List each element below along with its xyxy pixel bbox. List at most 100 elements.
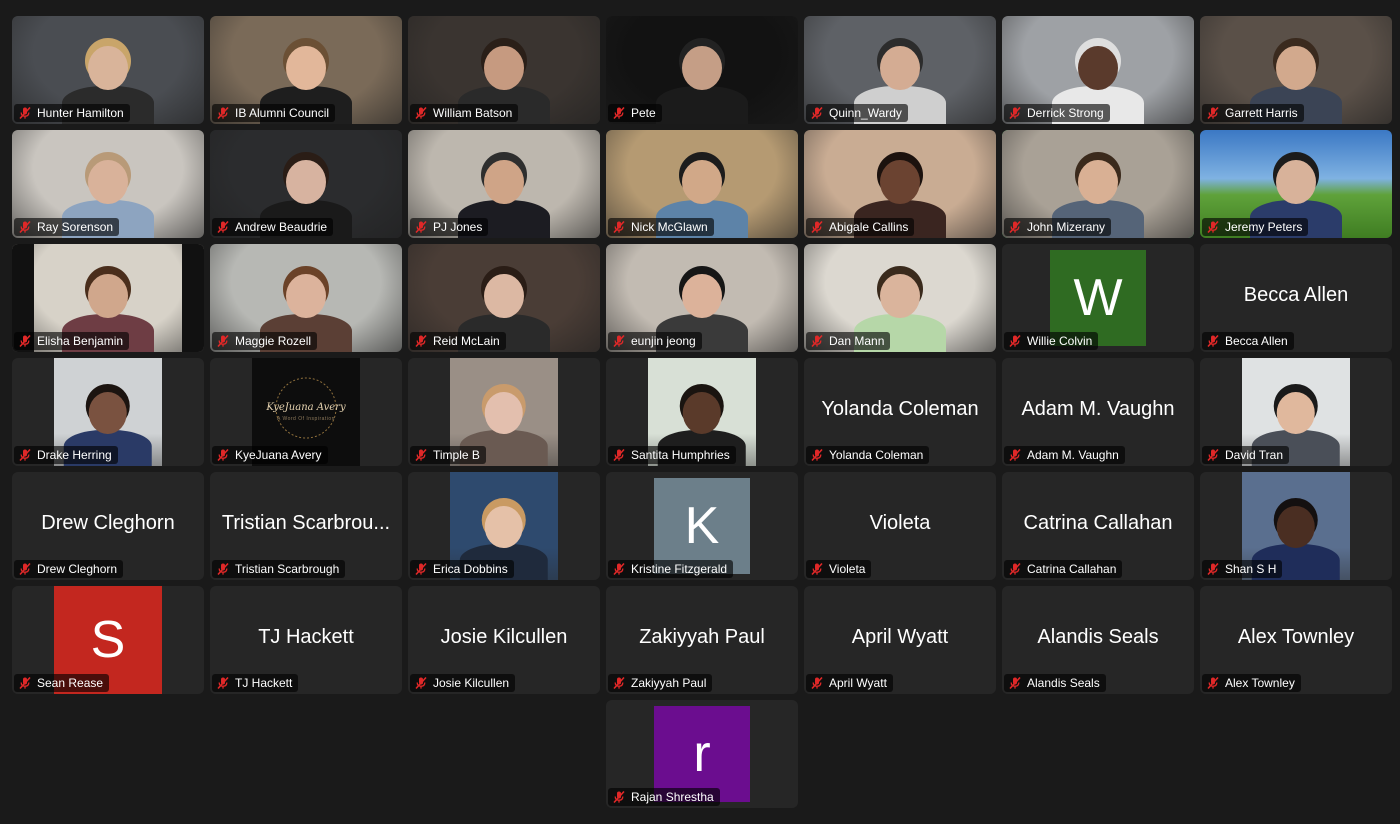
- name-label: Violeta: [806, 560, 872, 578]
- participant-tile-catrina-callahan[interactable]: Catrina Callahan Catrina Callahan: [1002, 472, 1194, 580]
- participant-tile-kristine-fitzgerald[interactable]: K Kristine Fitzgerald: [606, 472, 798, 580]
- participant-tile-josie-kilcullen[interactable]: Josie Kilcullen Josie Kilcullen: [408, 586, 600, 694]
- participant-tile-derrick-strong[interactable]: Derrick Strong: [1002, 16, 1194, 124]
- participant-tile-drake-herring[interactable]: Drake Herring: [12, 358, 204, 466]
- participant-tile-erica-dobbins[interactable]: Erica Dobbins: [408, 472, 600, 580]
- name-label: Elisha Benjamin: [14, 332, 130, 350]
- participant-name: Drake Herring: [37, 448, 112, 462]
- name-label: Catrina Callahan: [1004, 560, 1123, 578]
- participant-tile-david-tran[interactable]: David Tran: [1200, 358, 1392, 466]
- participant-tile-sean-rease[interactable]: S Sean Rease: [12, 586, 204, 694]
- participant-tile-ib-alumni-council[interactable]: IB Alumni Council: [210, 16, 402, 124]
- participant-tile-reid-mclain[interactable]: Reid McLain: [408, 244, 600, 352]
- mic-muted-icon: [216, 220, 230, 234]
- mic-muted-icon: [1008, 334, 1022, 348]
- participant-name: PJ Jones: [433, 220, 483, 234]
- participant-name: Shan S H: [1225, 562, 1277, 576]
- name-label: Santita Humphries: [608, 446, 736, 464]
- participant-tile-violeta[interactable]: Violeta Violeta: [804, 472, 996, 580]
- participant-tile-maggie-rozell[interactable]: Maggie Rozell: [210, 244, 402, 352]
- participant-tile-alandis-seals[interactable]: Alandis Seals Alandis Seals: [1002, 586, 1194, 694]
- participant-tile-zakiyyah-paul[interactable]: Zakiyyah Paul Zakiyyah Paul: [606, 586, 798, 694]
- participant-tile-willie-colvin[interactable]: W Willie Colvin: [1002, 244, 1194, 352]
- mic-muted-icon: [18, 562, 32, 576]
- participant-tile-yolanda-coleman[interactable]: Yolanda Coleman Yolanda Coleman: [804, 358, 996, 466]
- mic-muted-icon: [414, 562, 428, 576]
- mic-muted-icon: [612, 220, 626, 234]
- mic-muted-icon: [414, 676, 428, 690]
- participant-tile-santita-humphries[interactable]: Santita Humphries: [606, 358, 798, 466]
- participant-name: Garrett Harris: [1225, 106, 1298, 120]
- display-name: Drew Cleghorn: [41, 512, 175, 534]
- participant-name: William Batson: [433, 106, 513, 120]
- mic-muted-icon: [216, 106, 230, 120]
- participant-name: Rajan Shrestha: [631, 790, 714, 804]
- participant-name: Ray Sorenson: [37, 220, 114, 234]
- participant-tile-ray-sorenson[interactable]: Ray Sorenson: [12, 130, 204, 238]
- participant-name: Catrina Callahan: [1027, 562, 1117, 576]
- participant-tile-drew-cleghorn[interactable]: Drew Cleghorn Drew Cleghorn: [12, 472, 204, 580]
- participant-tile-nick-mcglawn[interactable]: Nick McGlawn: [606, 130, 798, 238]
- display-name: Alex Townley: [1237, 626, 1355, 648]
- display-name: Violeta: [869, 512, 931, 534]
- participant-tile-garrett-harris[interactable]: Garrett Harris: [1200, 16, 1392, 124]
- participant-tile-april-wyatt[interactable]: April Wyatt April Wyatt: [804, 586, 996, 694]
- name-label: David Tran: [1202, 446, 1290, 464]
- participant-name: Adam M. Vaughn: [1027, 448, 1119, 462]
- participant-name: Elisha Benjamin: [37, 334, 124, 348]
- participant-tile-andrew-beaudrie[interactable]: Andrew Beaudrie: [210, 130, 402, 238]
- name-label: Dan Mann: [806, 332, 891, 350]
- name-label: Derrick Strong: [1004, 104, 1110, 122]
- participant-tile-tj-hackett[interactable]: TJ Hackett TJ Hackett: [210, 586, 402, 694]
- mic-muted-icon: [414, 448, 428, 462]
- participant-name: Pete: [631, 106, 656, 120]
- participant-tile-elisha-benjamin[interactable]: Elisha Benjamin: [12, 244, 204, 352]
- participant-tile-abigale-callins[interactable]: Abigale Callins: [804, 130, 996, 238]
- participant-name: KyeJuana Avery: [235, 448, 322, 462]
- participant-tile-kyejuana-avery[interactable]: KyeJuana Avery A Word Of Inspiration KyeJu…: [210, 358, 402, 466]
- name-label: Rajan Shrestha: [608, 788, 720, 806]
- participant-name: Hunter Hamilton: [37, 106, 124, 120]
- mic-muted-icon: [612, 106, 626, 120]
- participant-tile-adam-m-vaughn[interactable]: Adam M. Vaughn Adam M. Vaughn: [1002, 358, 1194, 466]
- name-label: Maggie Rozell: [212, 332, 318, 350]
- name-label: KyeJuana Avery: [212, 446, 328, 464]
- participant-name: Kristine Fitzgerald: [631, 562, 728, 576]
- participant-tile-pj-jones[interactable]: PJ Jones: [408, 130, 600, 238]
- participant-tile-jeremy-peters[interactable]: Jeremy Peters: [1200, 130, 1392, 238]
- participant-name: Josie Kilcullen: [433, 676, 510, 690]
- participant-tile-shan-s-h[interactable]: Shan S H: [1200, 472, 1392, 580]
- participant-name: Drew Cleghorn: [37, 562, 118, 576]
- display-name: April Wyatt: [851, 626, 949, 648]
- name-label: Josie Kilcullen: [410, 674, 516, 692]
- mic-muted-icon: [18, 106, 32, 120]
- participant-name: Santita Humphries: [631, 448, 730, 462]
- participant-tile-alex-townley[interactable]: Alex Townley Alex Townley: [1200, 586, 1392, 694]
- mic-muted-icon: [1008, 448, 1022, 462]
- mic-muted-icon: [612, 562, 626, 576]
- participant-tile-becca-allen[interactable]: Becca Allen Becca Allen: [1200, 244, 1392, 352]
- participant-tile-hunter-hamilton[interactable]: Hunter Hamilton: [12, 16, 204, 124]
- name-label: PJ Jones: [410, 218, 489, 236]
- participant-tile-eunjin-jeong[interactable]: eunjin jeong: [606, 244, 798, 352]
- participant-tile-dan-mann[interactable]: Dan Mann: [804, 244, 996, 352]
- gallery-view: Hunter Hamilton IB Alumni Council William …: [0, 0, 1400, 824]
- participant-tile-rajan-shrestha[interactable]: r Rajan Shrestha: [606, 700, 798, 808]
- participant-name: Violeta: [829, 562, 866, 576]
- name-label: Pete: [608, 104, 662, 122]
- mic-muted-icon: [1008, 562, 1022, 576]
- participant-tile-william-batson[interactable]: William Batson: [408, 16, 600, 124]
- mic-muted-icon: [810, 334, 824, 348]
- participant-tile-john-mizerany[interactable]: John Mizerany: [1002, 130, 1194, 238]
- mic-muted-icon: [810, 676, 824, 690]
- participant-tile-pete[interactable]: Pete: [606, 16, 798, 124]
- participant-tile-timple-b[interactable]: Timple B: [408, 358, 600, 466]
- participant-tile-tristian-scarbrough[interactable]: Tristian Scarbrou... Tristian Scarbrough: [210, 472, 402, 580]
- name-label: April Wyatt: [806, 674, 893, 692]
- participant-name: Timple B: [433, 448, 480, 462]
- participant-name: Reid McLain: [433, 334, 500, 348]
- participant-name: Erica Dobbins: [433, 562, 508, 576]
- participant-tile-quinn-wardy[interactable]: Quinn_Wardy: [804, 16, 996, 124]
- name-label: Alandis Seals: [1004, 674, 1106, 692]
- mic-muted-icon: [612, 334, 626, 348]
